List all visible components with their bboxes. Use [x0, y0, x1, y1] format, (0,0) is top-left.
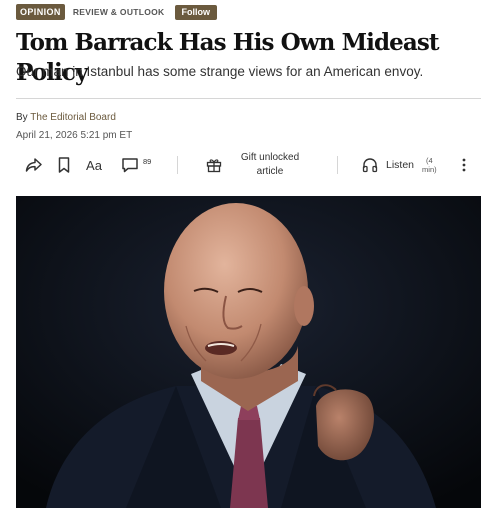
- divider: [16, 98, 481, 99]
- more-options-button[interactable]: [456, 148, 472, 182]
- portrait-illustration: [16, 196, 481, 508]
- gift-icon: [206, 159, 222, 173]
- publish-timestamp: April 21, 2026 5:21 pm ET: [16, 130, 133, 141]
- gift-label-line-2: article: [256, 166, 284, 177]
- bookmark-button[interactable]: [54, 148, 74, 182]
- toolbar-divider: [337, 156, 338, 174]
- listen-duration-line-2: min): [422, 165, 437, 174]
- section-header: OPINION REVIEW & OUTLOOK Follow: [16, 4, 218, 20]
- more-vertical-icon: [462, 158, 466, 172]
- article-hero-photo: [16, 196, 481, 508]
- share-icon: [25, 158, 42, 172]
- byline-prefix: By: [16, 112, 31, 123]
- bookmark-icon: [58, 157, 70, 173]
- comments-button[interactable]: [118, 148, 142, 182]
- gift-article-label: Gift unlocked article: [241, 151, 299, 179]
- text-size-label: Aa: [86, 157, 102, 173]
- follow-button[interactable]: Follow: [174, 4, 218, 20]
- headphones-icon: [362, 158, 378, 173]
- gift-icon-button[interactable]: [204, 148, 224, 182]
- section-link[interactable]: REVIEW & OUTLOOK: [73, 7, 165, 17]
- opinion-badge[interactable]: OPINION: [16, 4, 65, 20]
- gift-article-button[interactable]: Gift unlocked article: [230, 148, 310, 182]
- text-size-button[interactable]: Aa: [82, 148, 106, 182]
- byline: By The Editorial Board: [16, 112, 116, 123]
- share-button[interactable]: [22, 148, 46, 182]
- toolbar-divider: [177, 156, 178, 174]
- listen-label: Listen: [386, 159, 415, 171]
- subheadline: Our man in Istanbul has some strange vie…: [16, 64, 424, 79]
- listen-button[interactable]: Listen (4 min): [362, 148, 452, 182]
- listen-duration: (4 min): [422, 156, 437, 174]
- byline-author-link[interactable]: The Editorial Board: [30, 112, 116, 123]
- gift-label-line-1: Gift unlocked: [240, 152, 300, 163]
- listen-duration-line-1: (4: [425, 156, 433, 165]
- comment-icon: [122, 158, 138, 173]
- comments-count[interactable]: 89: [143, 157, 151, 166]
- article-toolbar: Aa 89 Gift unlocked article Listen (4 mi…: [16, 148, 481, 182]
